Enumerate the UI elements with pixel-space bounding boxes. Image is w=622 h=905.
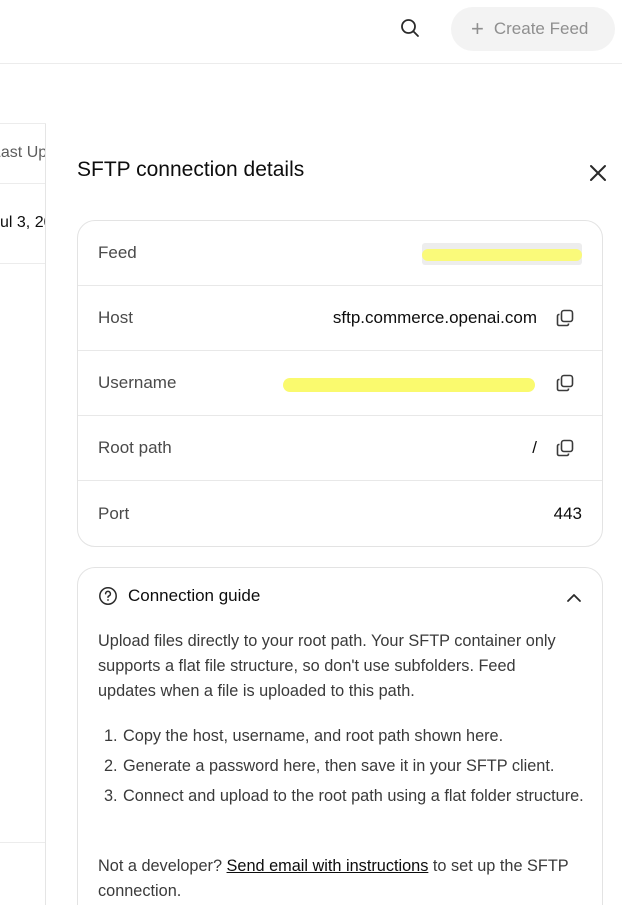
table-cell-date: Jul 3, 20 bbox=[0, 214, 46, 231]
search-icon bbox=[401, 19, 419, 37]
guide-step: 3. Connect and upload to the root path us… bbox=[98, 784, 588, 809]
detail-label: Root path bbox=[98, 438, 172, 457]
guide-footer: Not a developer? Send email with instruc… bbox=[98, 854, 588, 904]
detail-row-port: Port 443 bbox=[78, 481, 602, 546]
create-feed-label: Create Feed bbox=[493, 19, 589, 38]
top-bar: + Create Feed bbox=[0, 0, 622, 64]
guide-intro-text: Upload files directly to your root path.… bbox=[98, 632, 556, 700]
create-feed-button[interactable]: + Create Feed bbox=[451, 7, 615, 51]
chevron-up-icon bbox=[567, 594, 581, 602]
guide-step: 1. Copy the host, username, and root path… bbox=[98, 724, 588, 749]
connection-guide-header[interactable]: Connection guide bbox=[98, 586, 260, 606]
detail-row-host: Host sftp.commerce.openai.com bbox=[78, 286, 602, 351]
connection-guide-card: Connection guide Upload files directly t… bbox=[77, 567, 603, 905]
column-header-last-updated: Last Up bbox=[0, 144, 46, 161]
sftp-details-panel: SFTP connection details Feed Host sftp.c… bbox=[45, 124, 622, 905]
detail-label: Username bbox=[98, 373, 177, 392]
redacted-value bbox=[422, 243, 582, 265]
panel-title: SFTP connection details bbox=[77, 158, 305, 181]
detail-label: Port bbox=[98, 503, 130, 523]
step-number: 3. bbox=[104, 787, 118, 805]
footer-prefix: Not a developer? bbox=[98, 857, 223, 875]
copy-icon bbox=[556, 374, 574, 392]
port-value: 443 bbox=[553, 503, 582, 523]
connection-details-card: Feed Host sftp.commerce.openai.com Usern… bbox=[77, 220, 603, 547]
copy-host-button[interactable] bbox=[554, 307, 576, 329]
step-number: 1. bbox=[104, 727, 118, 745]
copy-icon bbox=[556, 309, 574, 327]
copy-username-button[interactable] bbox=[554, 372, 576, 394]
step-number: 2. bbox=[104, 757, 118, 775]
copy-icon bbox=[556, 439, 574, 457]
step-text: Generate a password here, then save it i… bbox=[123, 757, 555, 775]
copy-root-path-button[interactable] bbox=[554, 437, 576, 459]
redacted-value bbox=[283, 378, 535, 392]
step-text: Connect and upload to the root path usin… bbox=[123, 787, 584, 805]
plus-icon: + bbox=[471, 16, 484, 41]
search-button[interactable] bbox=[396, 14, 424, 42]
divider bbox=[0, 842, 46, 843]
close-icon bbox=[590, 165, 606, 181]
root-path-value: / bbox=[532, 438, 537, 457]
detail-label: Feed bbox=[98, 243, 137, 262]
guide-steps-list: 1. Copy the host, username, and root path… bbox=[98, 724, 588, 814]
guide-step: 2. Generate a password here, then save it… bbox=[98, 754, 588, 779]
table-header-cell[interactable]: Last Up bbox=[0, 124, 46, 184]
detail-row-feed: Feed bbox=[78, 221, 602, 286]
collapse-guide-button[interactable] bbox=[562, 586, 586, 610]
step-text: Copy the host, username, and root path s… bbox=[123, 727, 504, 745]
detail-row-root-path: Root path / bbox=[78, 416, 602, 481]
help-circle-icon bbox=[99, 587, 117, 605]
close-button[interactable] bbox=[585, 160, 611, 186]
host-value: sftp.commerce.openai.com bbox=[332, 308, 537, 327]
detail-row-username: Username bbox=[78, 351, 602, 416]
connection-guide-title: Connection guide bbox=[128, 586, 261, 605]
detail-label: Host bbox=[98, 308, 133, 327]
table-row[interactable]: Jul 3, 20 bbox=[0, 184, 46, 264]
send-email-link[interactable]: Send email with instructions bbox=[227, 857, 429, 875]
